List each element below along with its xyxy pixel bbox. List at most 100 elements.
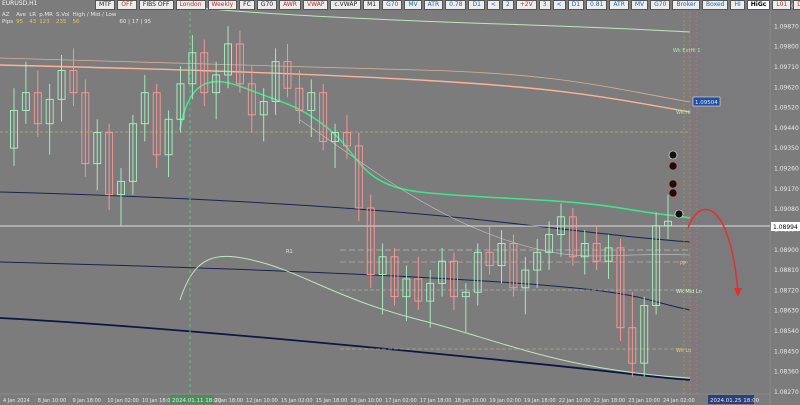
price-tick-label: 1.09440 [774, 125, 799, 132]
price-tick-label: 1.09170 [774, 186, 799, 193]
toolbar-button-27[interactable]: Boxed [702, 0, 729, 10]
time-tick-label: 19 Jan 18:00 [524, 398, 556, 404]
toolbar-button-0[interactable]: MTF [95, 0, 116, 10]
toolbar-button-21[interactable]: D1 [567, 0, 585, 10]
toolbar-button-20[interactable]: < [552, 0, 566, 10]
toolbar-button-8[interactable]: VWAP [302, 0, 329, 10]
time-tick-label: 23 Jan 10:00 [628, 398, 660, 404]
time-tick-label: 9 Jan 18:00 [72, 398, 100, 404]
time-tick-label: 4 Jan 2024 [3, 398, 30, 404]
wk-ext-hi-label: Wk ExtHi 1 [673, 48, 700, 54]
toolbar-button-17[interactable]: 2 [501, 0, 514, 10]
time-tick-label: 24 Jan 02:00 [663, 398, 695, 404]
time-tick-label: 22 Jan 18:00 [594, 398, 626, 404]
stats-value-cell: 123 [39, 19, 50, 25]
price-tick-label: 1.08360 [774, 369, 799, 376]
price-tick-label: 1.09520 [774, 105, 799, 112]
price-tick-label: 1.08720 [774, 287, 799, 294]
wk-lo-label: Wk Lo [676, 348, 691, 354]
stats-header-cell: LR [29, 12, 37, 18]
toolbar-button-5[interactable]: FC [239, 0, 255, 10]
time-tick-label: 10 Jan 02:00 [107, 398, 139, 404]
wk-mid-label: Wk Mid Ln [676, 289, 702, 295]
toolbar-button-2[interactable]: FIBS OFF [138, 0, 174, 10]
toolbar-button-24[interactable]: MV [630, 0, 649, 10]
price-tick-label: 1.08810 [774, 267, 799, 274]
stats-value-cell: 95 [16, 19, 24, 25]
indicator-toolbar: MTF OFF FIBS OFF London Weekly FC G70 AWR VWAP c.… [95, 0, 800, 10]
symbol-title: EURUSD,H1 [2, 0, 38, 7]
toolbar-button-30[interactable]: L01 [772, 0, 792, 10]
time-tick-label: 18 Jan 10:00 [455, 398, 487, 404]
price-chart[interactable]: Wk ExtHi 1 Wk Hi R1 PP Wk Mid Ln Wk Lo 1… [0, 0, 800, 405]
volume-profile-area [690, 0, 770, 394]
highlight-price-value: 1.09504 [695, 100, 718, 106]
stats-header-row: AZ Ave LR p.MR S.Vol High / Mid / Low [2, 12, 154, 19]
chart-background [0, 0, 800, 405]
price-tick-label: 1.09620 [774, 84, 799, 91]
pp-label: PP [680, 261, 686, 267]
price-tick-label: 1.09870 [774, 23, 799, 30]
toolbar-button-31[interactable]: D1 [793, 0, 800, 10]
signal-marker-5[interactable] [674, 209, 684, 219]
toolbar-button-6[interactable]: G70 [256, 0, 278, 10]
stats-value-cell: 60 | 17 | 95 [119, 19, 152, 25]
time-tick-label: 15 Jan 18:00 [316, 398, 348, 404]
time-tick-label: 22 Jan 10:00 [559, 398, 591, 404]
toolbar-button-10[interactable]: M1 [363, 0, 381, 10]
signal-marker-4[interactable] [668, 188, 678, 198]
toolbar-button-16[interactable]: < [486, 0, 500, 10]
signal-marker-3[interactable] [668, 179, 678, 189]
toolbar-button-7[interactable]: AWR [279, 0, 301, 10]
price-tick-label: 1.09350 [774, 145, 799, 152]
time-highlight-value: 2024.01.11 18:00 [172, 398, 222, 404]
toolbar-button-22[interactable]: 0.81 [586, 0, 608, 10]
price-tick-label: 1.08900 [774, 247, 799, 254]
toolbar-button-11[interactable]: G70 [382, 0, 403, 10]
price-tick-label: 1.09080 [774, 206, 799, 213]
price-tick-label: 1.09800 [774, 44, 799, 51]
stats-value-cell: 56 [72, 19, 80, 25]
toolbar-button-3[interactable]: London [175, 0, 206, 10]
price-tick-label: 1.09260 [774, 166, 799, 173]
stats-header-cell: S.Vol [56, 12, 70, 18]
stats-header-cell: Ave [16, 12, 27, 18]
time-tick-label: 15 Jan 02:00 [281, 398, 313, 404]
toolbar-button-18[interactable]: +2V [515, 0, 537, 10]
r1-label: R1 [286, 249, 293, 255]
toolbar-button-14[interactable]: 0.78 [445, 0, 467, 10]
price-tick-label: 1.08270 [774, 389, 799, 396]
price-tick-label: 1.08450 [774, 348, 799, 355]
stats-header-cell: High / Mid / Low [72, 12, 117, 18]
time-tick-label: 10 Jan 18:00 [142, 398, 174, 404]
stats-value-row: Pips 95 43 123 235 56 60 | 17 | 95 [2, 19, 154, 26]
toolbar-button-15[interactable]: D1 [468, 0, 485, 10]
time-tick-label: 19 Jan 02:00 [489, 398, 521, 404]
stats-header-cell: AZ [2, 12, 10, 18]
price-tick-label: 1.09710 [774, 64, 799, 71]
stats-header-cell: p.MR [39, 12, 53, 18]
toolbar-button-23[interactable]: ATR [609, 0, 629, 10]
toolbar-button-25[interactable]: G70 [650, 0, 671, 10]
toolbar-button-19[interactable]: 3 [538, 0, 551, 10]
stats-value-cell: 235 [56, 19, 67, 25]
toolbar-button-13[interactable]: ATR [423, 0, 444, 10]
stats-panel: AZ Ave LR p.MR S.Vol High / Mid / Low Pips 95 4… [2, 12, 154, 26]
stats-value-cell: 43 [29, 19, 37, 25]
toolbar-button-12[interactable]: MV [404, 0, 422, 10]
time-tick-label: 17 Jan 18:00 [420, 398, 452, 404]
time-highlight-right-value: 2024.01.25 18:00 [710, 398, 760, 404]
toolbar-button-29[interactable]: HiGc [746, 0, 771, 10]
current-price-value: 1.08994 [773, 224, 798, 231]
toolbar-button-9[interactable]: c.VWAP [330, 0, 362, 10]
price-tick-label: 1.08540 [774, 328, 799, 335]
time-tick-label: 16 Jan 10:00 [350, 398, 382, 404]
toolbar-button-4[interactable]: Weekly [207, 0, 238, 10]
time-tick-label: 17 Jan 02:00 [385, 398, 417, 404]
toolbar-button-26[interactable]: Broker [672, 0, 700, 10]
signal-marker-2[interactable] [668, 161, 678, 171]
wk-hi-label: Wk Hi [676, 110, 691, 116]
toolbar-button-28[interactable]: HI [730, 0, 745, 10]
signal-marker-1[interactable] [668, 150, 678, 160]
toolbar-button-1[interactable]: OFF [117, 0, 137, 10]
